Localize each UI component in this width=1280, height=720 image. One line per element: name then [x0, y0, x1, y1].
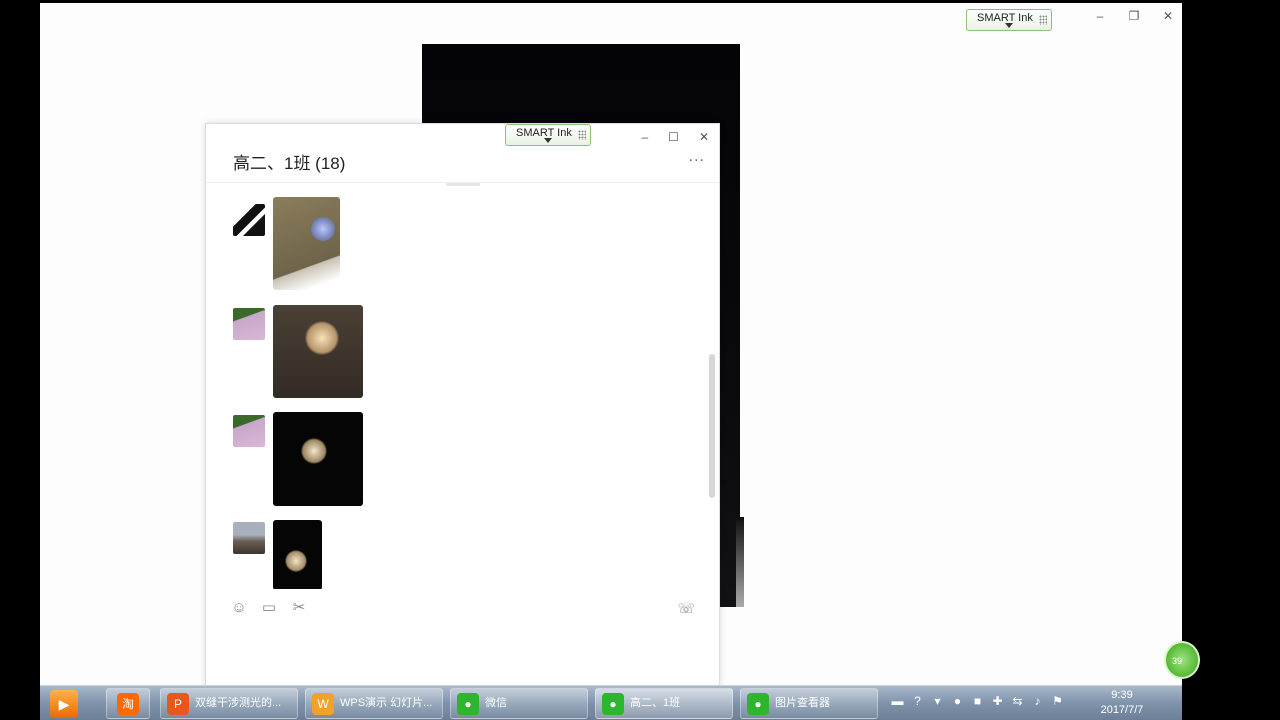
scissors-icon[interactable]: ✂: [291, 600, 307, 616]
voice-call-icon[interactable]: ☏: [677, 600, 695, 617]
image-message[interactable]: [273, 305, 363, 398]
chat-title: 高二、1班 (18): [233, 154, 346, 173]
scrollbar[interactable]: [709, 354, 715, 498]
avatar[interactable]: [233, 415, 265, 447]
emoji-icon[interactable]: ☺: [231, 600, 247, 616]
photo-spot: [285, 550, 307, 572]
photo-spot: [301, 438, 327, 464]
taobao-icon: 淘: [117, 693, 139, 715]
smart-ink-toolbar[interactable]: SMART Ink: [966, 9, 1052, 31]
avatar[interactable]: [233, 522, 265, 554]
dropdown-arrow-icon: [543, 138, 552, 143]
desktop-screen: – ❐ ✕ SMART Ink SMART Ink – ☐ ✕ 高二、1班 (1…: [40, 3, 1182, 685]
media-player-icon[interactable]: ▶: [50, 690, 78, 718]
chevron-down-icon[interactable]: ▾: [930, 694, 945, 709]
more-options-button[interactable]: ...: [689, 148, 705, 166]
taskbar-item-label: WPS演示 幻灯片...: [340, 697, 433, 709]
input-toolbar: ☺ ▭ ✂: [231, 600, 307, 616]
image-message[interactable]: [273, 520, 322, 589]
wps-slides-icon: W: [312, 693, 334, 715]
photo-spot: [305, 321, 339, 355]
message-list[interactable]: [206, 184, 719, 589]
restore-button[interactable]: ❐: [1128, 9, 1140, 23]
grip-icon[interactable]: [1038, 15, 1047, 25]
taskbar-item-image-viewer[interactable]: ● 图片查看器: [740, 688, 878, 719]
taskbar-item-presentation[interactable]: P 双缝干涉测光的...: [160, 688, 298, 719]
taskbar-item-label: 双缝干涉测光的...: [195, 697, 282, 709]
clock-date: 2017/7/7: [1100, 704, 1144, 716]
image-message[interactable]: [273, 412, 363, 506]
network-icon[interactable]: ⇆: [1010, 694, 1025, 709]
clock[interactable]: 9:39 2017/7/7: [1092, 688, 1152, 718]
floating-badge[interactable]: 39: [1164, 641, 1200, 679]
folder-icon[interactable]: ▭: [261, 600, 277, 616]
add-icon[interactable]: ✚: [990, 694, 1005, 709]
taskbar-item-label: 高二、1班: [630, 697, 681, 709]
close-button[interactable]: ✕: [1162, 9, 1174, 23]
taskbar-item-taobao[interactable]: 淘: [106, 688, 150, 719]
wps-presentation-icon: P: [167, 693, 189, 715]
dropdown-arrow-icon: [1004, 23, 1013, 28]
minimize-button[interactable]: –: [1094, 9, 1106, 23]
avatar[interactable]: [233, 308, 265, 340]
wechat-icon: ●: [602, 693, 624, 715]
app-tray-icon[interactable]: ■: [970, 694, 985, 709]
chat-smart-ink-toolbar[interactable]: SMART Ink: [505, 124, 591, 146]
chat-window: SMART Ink – ☐ ✕ 高二、1班 (18) ... ☺ ▭ ✂ ☏: [205, 123, 720, 685]
minimize-button[interactable]: –: [641, 130, 648, 144]
volume-icon[interactable]: ♪: [1030, 694, 1045, 709]
taskbar: ▶ 淘 P 双缝干涉测光的... W WPS演示 幻灯片... ● 微信 ● 高…: [40, 685, 1182, 720]
close-button[interactable]: ✕: [699, 130, 709, 144]
chat-window-controls: – ☐ ✕: [641, 130, 709, 144]
maximize-button[interactable]: ☐: [668, 130, 679, 144]
taskbar-item-label: 图片查看器: [775, 697, 830, 709]
taskbar-item-label: 微信: [485, 697, 507, 709]
taskbar-item-chat-group[interactable]: ● 高二、1班: [595, 688, 733, 719]
wechat-icon: ●: [457, 693, 479, 715]
viewer-edge: [736, 517, 744, 607]
wechat-tray-icon[interactable]: ●: [950, 694, 965, 709]
avatar[interactable]: [233, 204, 265, 236]
taskbar-item-wps-slides[interactable]: W WPS演示 幻灯片...: [305, 688, 443, 719]
photo-spot: [311, 217, 335, 241]
system-tray: ▬ ? ▾ ● ■ ✚ ⇆ ♪ ⚑: [890, 694, 1065, 709]
help-icon[interactable]: ?: [910, 694, 925, 709]
image-message[interactable]: [273, 197, 340, 290]
action-center-icon[interactable]: ⚑: [1050, 694, 1065, 709]
screen-window-controls: – ❐ ✕: [1094, 9, 1174, 23]
keyboard-icon[interactable]: ▬: [890, 694, 905, 709]
wechat-icon: ●: [747, 693, 769, 715]
grip-icon[interactable]: [577, 130, 586, 140]
clock-time: 9:39: [1111, 689, 1133, 701]
taskbar-item-wechat[interactable]: ● 微信: [450, 688, 588, 719]
